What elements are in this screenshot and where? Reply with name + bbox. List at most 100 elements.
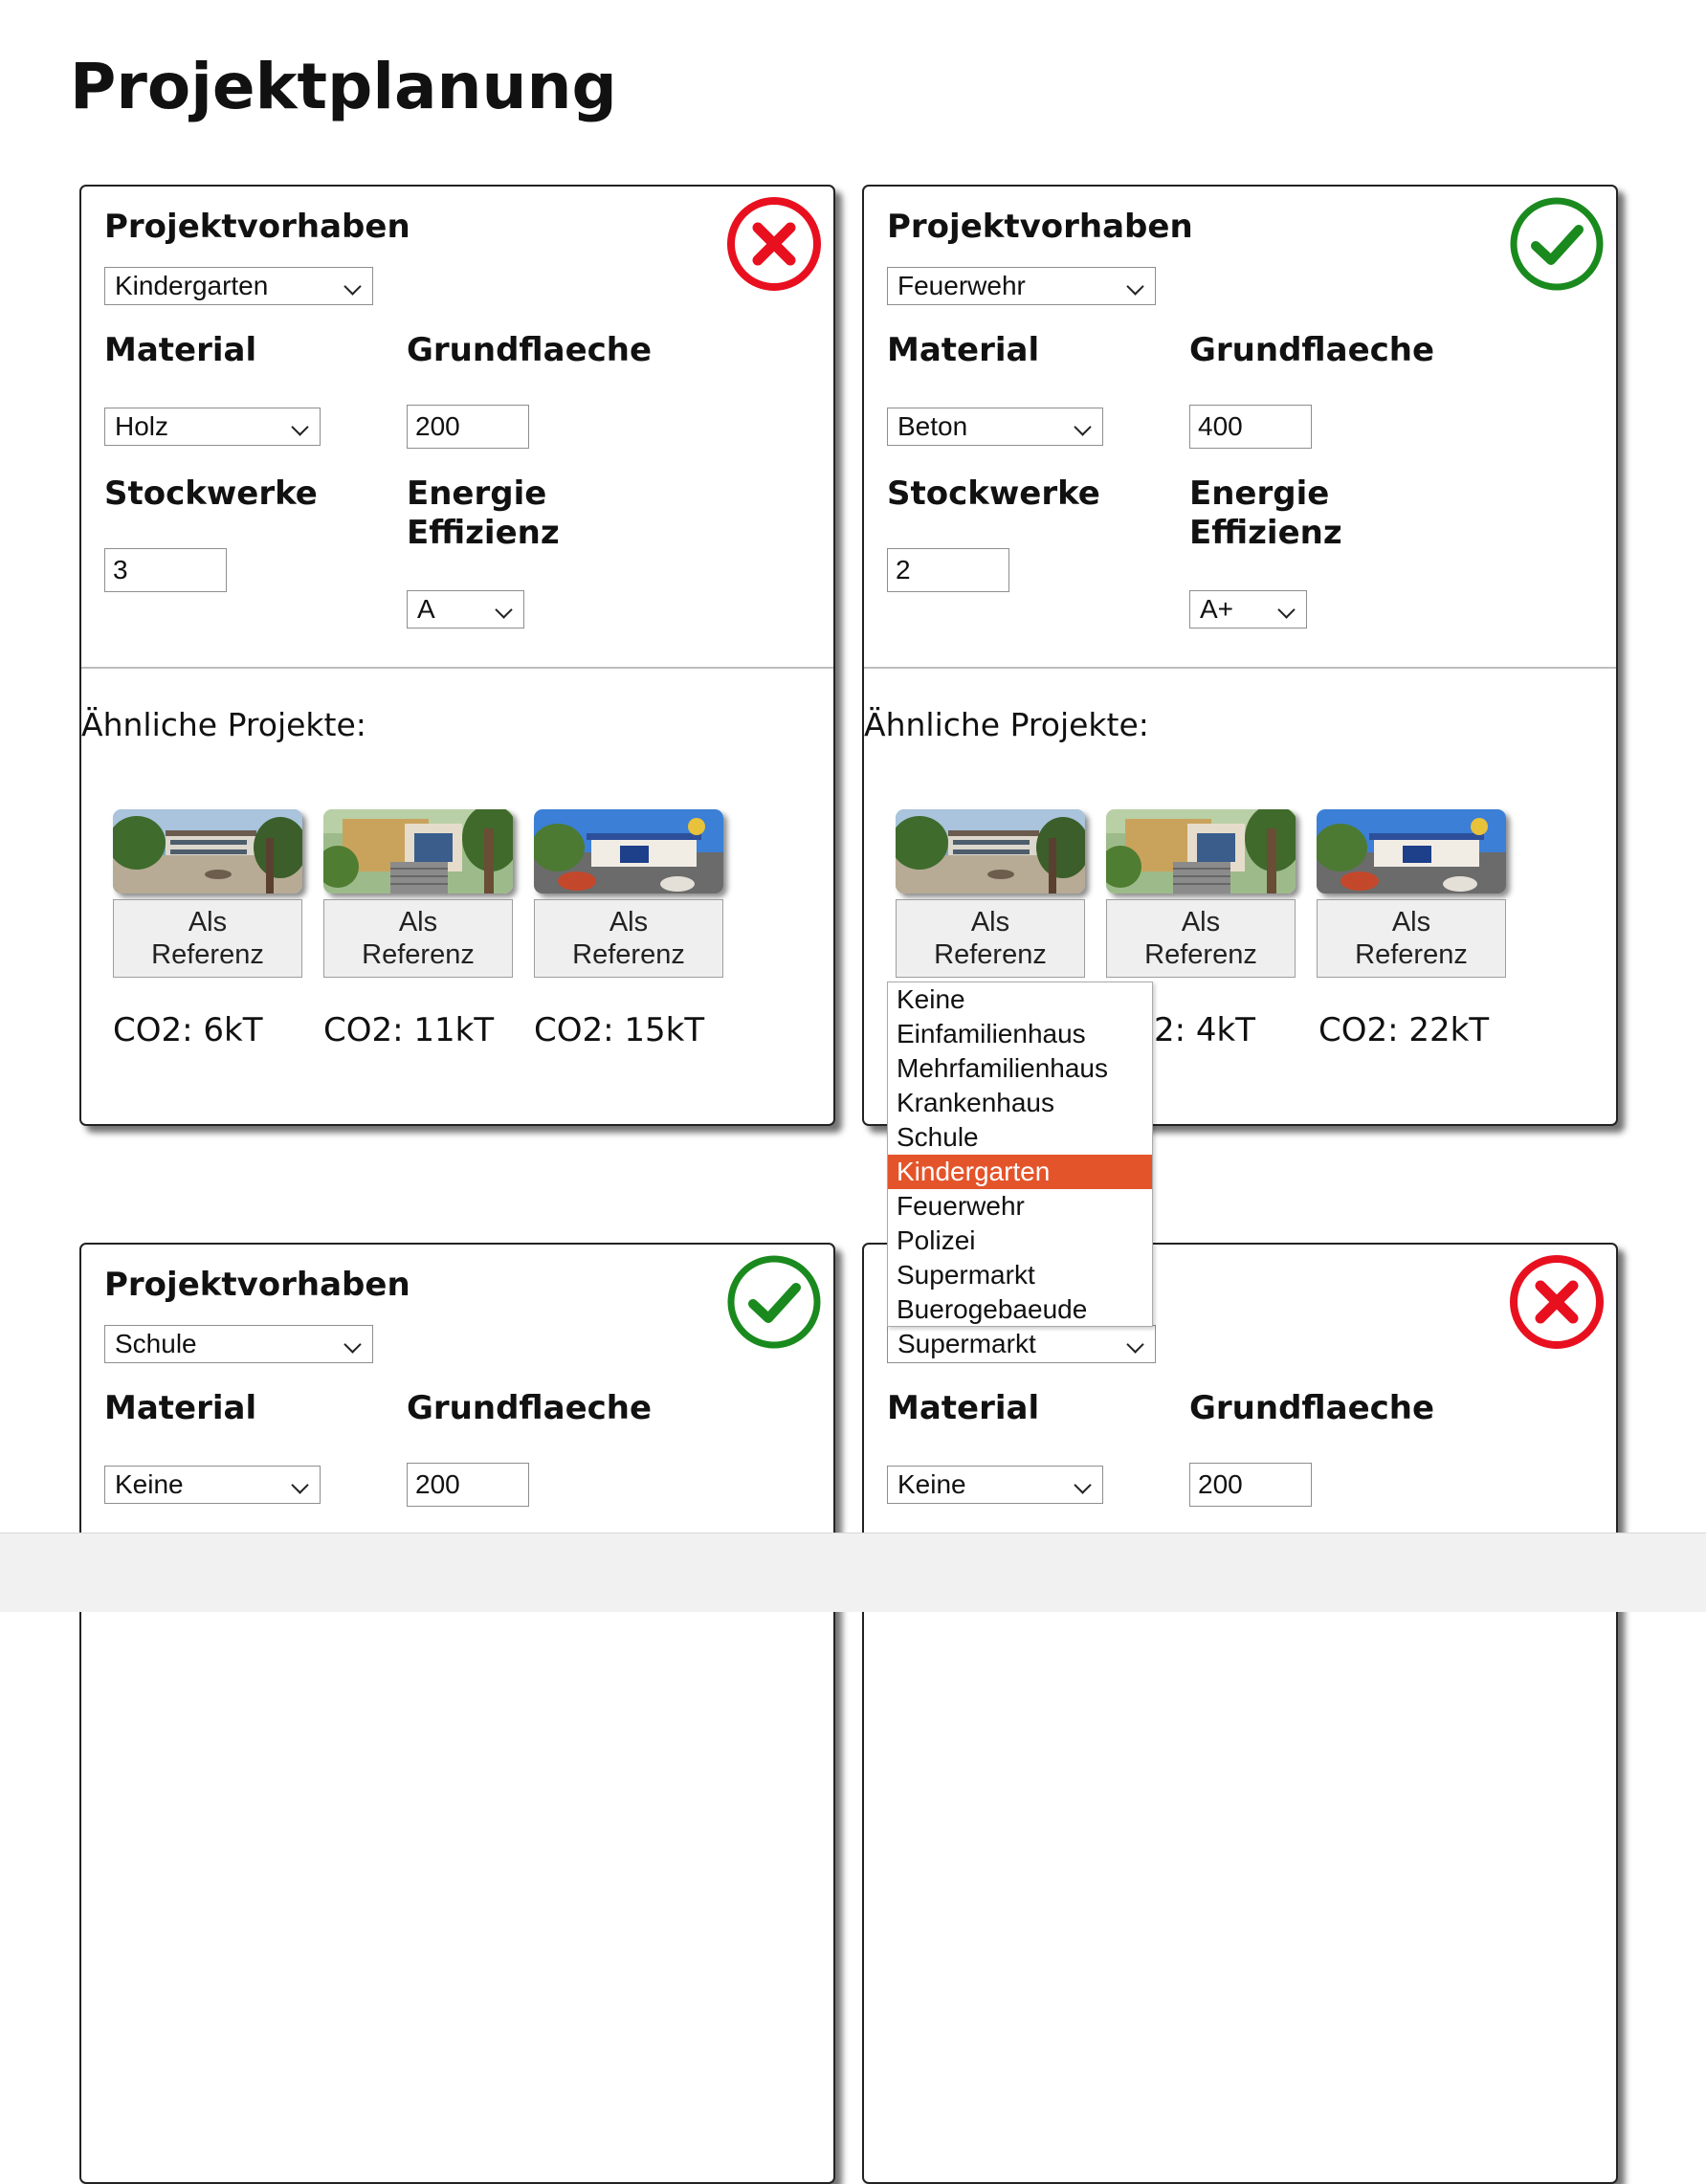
chevron-down-icon — [343, 1335, 362, 1354]
chevron-down-icon — [1074, 1476, 1092, 1494]
grundflaeche-label: Grundflaeche — [407, 1389, 653, 1427]
projektvorhaben-label: Projektvorhaben — [104, 208, 410, 246]
chevron-down-icon — [1126, 277, 1144, 296]
material-label: Material — [887, 331, 1040, 369]
energie-select[interactable]: A+ — [1189, 590, 1307, 629]
chevron-down-icon — [1277, 601, 1296, 619]
material-label: Material — [887, 1389, 1040, 1427]
reference-item: Als Referenz — [1106, 809, 1296, 978]
dropdown-option[interactable]: Einfamilienhaus — [888, 1017, 1152, 1051]
reference-item: Als Referenz — [1317, 809, 1506, 978]
material-value: Keine — [897, 1469, 966, 1499]
projektvorhaben-select[interactable]: Supermarkt — [887, 1325, 1156, 1363]
reference-item: Als Referenz — [113, 809, 302, 978]
material-select[interactable]: Holz — [104, 408, 321, 446]
reference-item: Als Referenz — [534, 809, 723, 978]
projektvorhaben-value: Feuerwehr — [897, 271, 1026, 300]
energie-value: A — [417, 594, 435, 624]
dropdown-option[interactable]: Feuerwehr — [888, 1189, 1152, 1224]
co2-value: 2: 4kT — [1154, 1011, 1255, 1049]
energie-value: A+ — [1200, 594, 1234, 624]
energie-select[interactable]: A — [407, 590, 524, 629]
divider — [864, 667, 1616, 669]
projektvorhaben-select[interactable]: Kindergarten — [104, 267, 373, 305]
divider — [81, 667, 833, 669]
project-card-1: Projektvorhaben Kindergarten Material Ho… — [79, 185, 835, 1126]
material-select[interactable]: Beton — [887, 408, 1103, 446]
ref-button-line2: Referenz — [151, 939, 264, 970]
grundflaeche-input[interactable]: 200 — [407, 405, 529, 449]
material-select[interactable]: Keine — [887, 1466, 1103, 1504]
building-thumbnail — [1106, 809, 1296, 893]
als-referenz-button[interactable]: Als Referenz — [113, 899, 302, 978]
material-value: Beton — [897, 411, 968, 441]
building-thumbnail — [323, 809, 513, 893]
ref-button-line2: Referenz — [362, 939, 475, 970]
material-label: Material — [104, 331, 257, 369]
stockwerke-label: Stockwerke — [887, 474, 1100, 513]
ref-button-line1: Als — [398, 907, 438, 938]
building-thumbnail — [113, 809, 302, 893]
building-thumbnail — [1317, 809, 1506, 893]
als-referenz-button[interactable]: Als Referenz — [1317, 899, 1506, 978]
chevron-down-icon — [291, 1476, 309, 1494]
dropdown-option[interactable]: Krankenhaus — [888, 1086, 1152, 1120]
dropdown-option[interactable]: Supermarkt — [888, 1258, 1152, 1292]
dropdown-option[interactable]: Polizei — [888, 1224, 1152, 1258]
stockwerke-input[interactable]: 2 — [887, 548, 1009, 592]
reference-item: Als Referenz — [323, 809, 513, 978]
grundflaeche-label: Grundflaeche — [1189, 1389, 1435, 1427]
building-thumbnail — [896, 809, 1085, 893]
dropdown-option[interactable]: Mehrfamilienhaus — [888, 1051, 1152, 1086]
energie-label-line2: Effizienz — [1189, 514, 1342, 552]
check-circle-icon — [1510, 197, 1604, 291]
stockwerke-label: Stockwerke — [104, 474, 318, 513]
project-card-3: Projektvorhaben Schule Material Keine Gr… — [79, 1243, 835, 2184]
ref-button-line2: Referenz — [1144, 939, 1257, 970]
projektvorhaben-select[interactable]: Schule — [104, 1325, 373, 1363]
als-referenz-button[interactable]: Als Referenz — [534, 899, 723, 978]
chevron-down-icon — [1126, 1335, 1144, 1354]
projektvorhaben-label: Projektvorhaben — [104, 1266, 410, 1304]
energie-label-line2: Effizienz — [407, 514, 560, 552]
stockwerke-input[interactable]: 3 — [104, 548, 227, 592]
dropdown-option[interactable]: Keine — [888, 982, 1152, 1017]
check-circle-icon — [727, 1255, 821, 1349]
als-referenz-button[interactable]: Als Referenz — [1106, 899, 1296, 978]
dropdown-option[interactable]: Buerogebaeude — [888, 1292, 1152, 1327]
projektvorhaben-label: Projektvorhaben — [887, 208, 1193, 246]
grundflaeche-input[interactable]: 200 — [407, 1463, 529, 1507]
als-referenz-button[interactable]: Als Referenz — [896, 899, 1085, 978]
ref-button-line1: Als — [609, 907, 649, 938]
material-value: Holz — [115, 411, 169, 441]
grundflaeche-input[interactable]: 400 — [1189, 405, 1312, 449]
energie-label-line1: Energie — [1189, 474, 1330, 513]
material-label: Material — [104, 1389, 257, 1427]
material-value: Keine — [115, 1469, 184, 1499]
reference-item: Als Referenz — [896, 809, 1085, 978]
dropdown-option-highlighted[interactable]: Kindergarten — [888, 1155, 1152, 1189]
co2-value: CO2: 6kT — [113, 1011, 263, 1049]
ref-button-line1: Als — [970, 907, 1010, 938]
ref-button-line1: Als — [188, 907, 228, 938]
co2-value: CO2: 15kT — [534, 1011, 705, 1049]
material-select[interactable]: Keine — [104, 1466, 321, 1504]
projektvorhaben-select[interactable]: Feuerwehr — [887, 267, 1156, 305]
ref-button-line2: Referenz — [934, 939, 1047, 970]
chevron-down-icon — [1074, 418, 1092, 436]
grundflaeche-label: Grundflaeche — [1189, 331, 1435, 369]
chevron-down-icon — [343, 277, 362, 296]
projektvorhaben-value: Supermarkt — [897, 1329, 1036, 1358]
dropdown-option[interactable]: Schule — [888, 1120, 1152, 1155]
similar-projects-title: Ähnliche Projekte: — [81, 706, 366, 743]
projektvorhaben-dropdown-list[interactable]: Keine Einfamilienhaus Mehrfamilienhaus K… — [887, 982, 1153, 1327]
similar-projects-title: Ähnliche Projekte: — [864, 706, 1149, 743]
als-referenz-button[interactable]: Als Referenz — [323, 899, 513, 978]
ref-button-line1: Als — [1181, 907, 1221, 938]
projektvorhaben-value: Schule — [115, 1329, 197, 1358]
project-card-4: Supermarkt Material Keine Grundflaeche 2… — [862, 1243, 1618, 2184]
chevron-down-icon — [495, 601, 513, 619]
energie-label-line1: Energie — [407, 474, 547, 513]
x-circle-icon — [727, 197, 821, 291]
grundflaeche-input[interactable]: 200 — [1189, 1463, 1312, 1507]
